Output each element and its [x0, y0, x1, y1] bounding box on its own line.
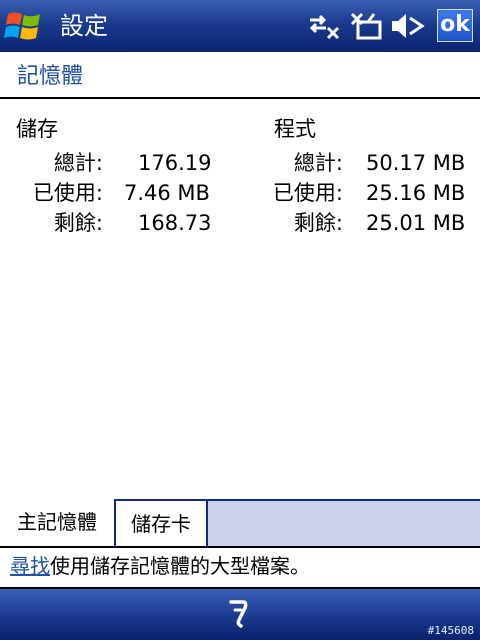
speaker-muted-icon[interactable] — [390, 10, 426, 42]
title-bar: 設定 ok — [0, 0, 480, 52]
storage-free-label: 剩餘: — [53, 211, 103, 235]
tab-storage-card[interactable]: 儲存卡 — [116, 499, 208, 547]
watermark: #145608 — [427, 624, 474, 637]
storage-heading: 儲存 — [16, 117, 58, 141]
storage-used-value: 7.46 MB — [124, 181, 210, 205]
find-description: 使用儲存記憶體的大型檔案。 — [50, 554, 310, 578]
program-heading: 程式 — [274, 117, 316, 141]
tab-divider — [0, 546, 480, 548]
input-panel-icon[interactable] — [223, 596, 257, 632]
storage-total-label: 總計: — [53, 151, 103, 175]
network-sync-icon[interactable] — [306, 10, 342, 42]
storage-free-row: 剩餘: 168.73 — [0, 210, 240, 236]
program-free-value: 25.01 MB — [366, 211, 466, 235]
page-header: 記憶體 — [0, 52, 480, 99]
windows-start-icon[interactable] — [4, 8, 44, 46]
program-used-label: 已使用: — [272, 181, 343, 205]
find-link[interactable]: 尋找 — [10, 554, 50, 578]
storage-total-value: 176.19 — [138, 151, 212, 175]
app-title: 設定 — [60, 12, 108, 40]
storage-total-row: 總計: 176.19 — [0, 150, 240, 176]
program-free-row: 剩餘: 25.01 MB — [240, 210, 480, 236]
tab-strip: 主記憶體 儲存卡 — [0, 499, 480, 547]
program-used-row: 已使用: 25.16 MB — [240, 180, 480, 206]
no-signal-phone-icon[interactable] — [348, 10, 384, 42]
storage-free-value: 168.73 — [138, 211, 212, 235]
storage-used-row: 已使用: 7.46 MB — [0, 180, 240, 206]
program-total-value: 50.17 MB — [366, 151, 466, 175]
ok-button[interactable]: ok — [437, 9, 473, 42]
tab-main-memory[interactable]: 主記憶體 — [0, 499, 116, 547]
storage-used-label: 已使用: — [32, 181, 103, 205]
program-free-label: 剩餘: — [293, 211, 343, 235]
find-line: 尋找使用儲存記憶體的大型檔案。 — [10, 553, 310, 579]
program-total-label: 總計: — [293, 151, 343, 175]
program-used-value: 25.16 MB — [366, 181, 466, 205]
program-total-row: 總計: 50.17 MB — [240, 150, 480, 176]
page-title: 記憶體 — [17, 64, 84, 89]
